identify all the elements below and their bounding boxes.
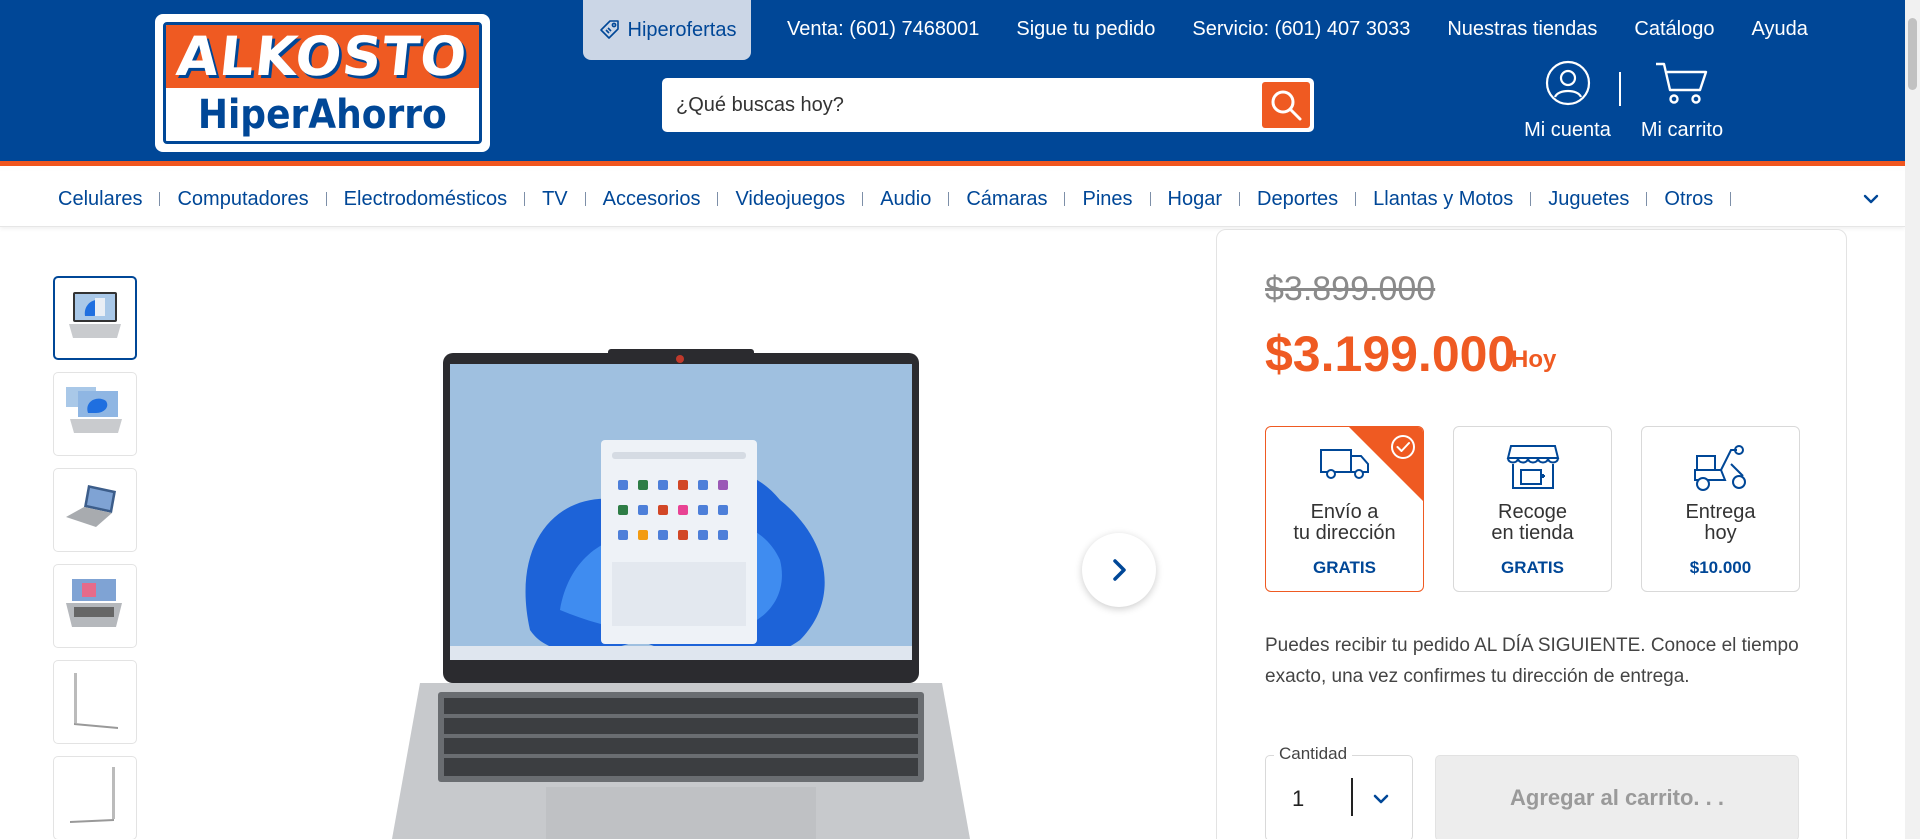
buy-box: $3.899.000 $3.199.000 Hoy Envío a tu dire… bbox=[1216, 229, 1847, 839]
category-otros[interactable]: Otros bbox=[1664, 188, 1748, 211]
our-stores-link[interactable]: Nuestras tiendas bbox=[1447, 18, 1597, 41]
category-celulares[interactable]: Celulares bbox=[58, 188, 177, 211]
current-price: $3.199.000 bbox=[1265, 326, 1516, 382]
search-button[interactable] bbox=[1262, 82, 1310, 128]
delivery-option-price: GRATIS bbox=[1501, 558, 1564, 577]
account-button[interactable]: Mi cuenta bbox=[1505, 60, 1630, 142]
delivery-option-price: GRATIS bbox=[1313, 558, 1376, 577]
category-pines[interactable]: Pines bbox=[1082, 188, 1167, 211]
scooter-icon bbox=[1693, 445, 1746, 491]
scrollbar-thumb[interactable] bbox=[1908, 18, 1917, 90]
thumbnail-strip bbox=[53, 276, 137, 839]
cart-icon bbox=[1656, 62, 1708, 104]
cart-button[interactable]: Mi carrito bbox=[1632, 60, 1732, 142]
top-links: Venta: (601) 7468001 Sigue tu pedido Ser… bbox=[787, 18, 1808, 41]
site-header: ALKOSTO HiperAhorro Hiperofertas Venta: … bbox=[0, 0, 1905, 166]
delivery-info-text: Puedes recibir tu pedido AL DÍA SIGUIENT… bbox=[1265, 635, 1799, 687]
delivery-option-label: Envío a tu dirección bbox=[1293, 501, 1396, 544]
catalog-link[interactable]: Catálogo bbox=[1634, 18, 1714, 41]
category-videojuegos[interactable]: Videojuegos bbox=[735, 188, 880, 211]
quantity-divider bbox=[1351, 778, 1353, 816]
category-deportes[interactable]: Deportes bbox=[1257, 188, 1373, 211]
delivery-option-today[interactable]: Entrega hoy $10.000 bbox=[1641, 426, 1800, 592]
quantity-selector[interactable]: Cantidad 1 bbox=[1265, 744, 1413, 839]
account-label: Mi cuenta bbox=[1524, 119, 1611, 141]
category-accesorios[interactable]: Accesorios bbox=[603, 188, 736, 211]
header-divider bbox=[1619, 72, 1621, 106]
product-thumbnail[interactable] bbox=[53, 276, 137, 360]
search-input[interactable] bbox=[662, 78, 1262, 132]
old-price: $3.899.000 bbox=[1265, 270, 1436, 308]
chevron-down-icon[interactable] bbox=[1861, 189, 1881, 209]
category-audio[interactable]: Audio bbox=[880, 188, 966, 211]
category-computadores[interactable]: Computadores bbox=[177, 188, 343, 211]
search-icon bbox=[1271, 90, 1302, 121]
quantity-value: 1 bbox=[1292, 786, 1305, 811]
product-main-image[interactable] bbox=[360, 340, 1010, 839]
alkosto-logo[interactable]: ALKOSTO HiperAhorro bbox=[155, 14, 490, 152]
hiperofertas-label: Hiperofertas bbox=[627, 18, 737, 41]
user-icon bbox=[1545, 60, 1590, 106]
delivery-option-label: Entrega hoy bbox=[1685, 501, 1756, 544]
next-image-button[interactable] bbox=[1082, 533, 1156, 607]
add-to-cart-button[interactable]: Agregar al carrito. . . bbox=[1435, 755, 1799, 839]
truck-icon bbox=[1319, 449, 1369, 479]
category-hogar[interactable]: Hogar bbox=[1168, 188, 1257, 211]
product-thumbnail[interactable] bbox=[53, 756, 137, 839]
sales-phone-link[interactable]: Venta: (601) 7468001 bbox=[787, 18, 979, 41]
category-electrodomesticos[interactable]: Electrodomésticos bbox=[344, 188, 542, 211]
delivery-option-label: Recoge en tienda bbox=[1491, 501, 1574, 544]
delivery-option-home[interactable]: Envío a tu dirección GRATIS bbox=[1265, 426, 1424, 592]
service-phone-link[interactable]: Servicio: (601) 407 3033 bbox=[1192, 18, 1410, 41]
price-suffix: Hoy bbox=[1511, 346, 1557, 373]
category-llantas-y-motos[interactable]: Llantas y Motos bbox=[1373, 188, 1548, 211]
search-bar bbox=[662, 78, 1314, 132]
tag-icon bbox=[599, 20, 619, 39]
product-thumbnail[interactable] bbox=[53, 372, 137, 456]
logo-text-top: ALKOSTO bbox=[174, 25, 471, 88]
category-nav: Celulares Computadores Electrodomésticos… bbox=[0, 171, 1905, 227]
quantity-label: Cantidad bbox=[1274, 744, 1353, 764]
hiperofertas-button[interactable]: Hiperofertas bbox=[583, 0, 751, 60]
track-order-link[interactable]: Sigue tu pedido bbox=[1016, 18, 1155, 41]
page-scrollbar[interactable] bbox=[1905, 0, 1920, 839]
delivery-option-price: $10.000 bbox=[1689, 558, 1752, 577]
store-icon bbox=[1506, 445, 1559, 489]
category-juguetes[interactable]: Juguetes bbox=[1548, 188, 1664, 211]
category-tv[interactable]: TV bbox=[542, 188, 603, 211]
chevron-right-icon bbox=[1113, 559, 1126, 581]
help-link[interactable]: Ayuda bbox=[1751, 18, 1807, 41]
delivery-option-pickup[interactable]: Recoge en tienda GRATIS bbox=[1453, 426, 1612, 592]
product-thumbnail[interactable] bbox=[53, 468, 137, 552]
product-thumbnail[interactable] bbox=[53, 660, 137, 744]
logo-text-bottom: HiperAhorro bbox=[198, 91, 447, 138]
category-camaras[interactable]: Cámaras bbox=[966, 188, 1082, 211]
product-thumbnail[interactable] bbox=[53, 564, 137, 648]
chevron-down-icon[interactable] bbox=[1370, 788, 1392, 810]
cart-label: Mi carrito bbox=[1640, 119, 1724, 141]
